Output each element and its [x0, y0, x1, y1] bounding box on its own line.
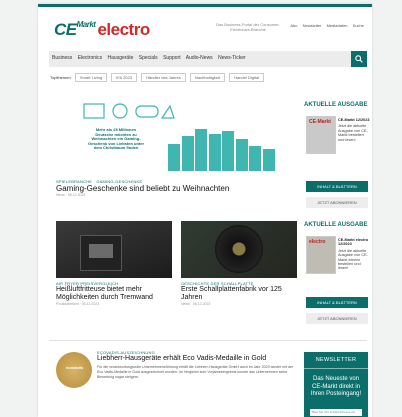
- logo-electro: electro: [97, 20, 150, 39]
- hero-bar: [195, 128, 207, 171]
- article-title[interactable]: Heißluftfritteuse bietet mehr Möglichkei…: [56, 286, 174, 302]
- hero-bar-graphic: [168, 119, 278, 171]
- hero-bar: [168, 143, 180, 171]
- topic-bar: Toplthemen Smart Living IFA 2023 Händler…: [50, 73, 267, 82]
- newsletter-title: NEWSLETTER: [315, 357, 357, 363]
- issue-cover[interactable]: electro: [306, 236, 336, 274]
- topic-tag-ifa-2023[interactable]: IFA 2023: [111, 73, 137, 82]
- search-icon: [355, 55, 363, 63]
- article-teaser: Für die verantwortungsvolle Unternehmens…: [97, 365, 294, 379]
- topic-tag-nachhaltigkeit[interactable]: Nachhaltigkeit: [189, 73, 226, 82]
- issue-subscribe-button[interactable]: JETZT ABONNIEREN: [306, 313, 368, 324]
- issue-browse-button[interactable]: INHALT & BLÄTTERN: [306, 181, 368, 192]
- article-record[interactable]: GESCHICHTE DER SCHALLPLATTE Erste Schall…: [181, 281, 299, 306]
- issue-text: Jetzt die aktuelle Ausgabe von CE-Markt …: [338, 124, 368, 142]
- newsletter-text: Das Neueste von CE-Markt direkt in Ihren…: [310, 376, 362, 397]
- top-links: Abo Newsletter Mediadaten Suche: [286, 23, 364, 28]
- nav-item-news-ticker[interactable]: News-Ticker: [218, 55, 246, 61]
- issue-heading: AKTUELLE AUSGABE: [304, 222, 368, 228]
- hero-graphic-text: Mehr als 25 Millionen Deutsche möchten z…: [88, 127, 145, 151]
- cover-label: CE-Markt: [309, 119, 331, 125]
- article-title[interactable]: Erste Schallplattenfabrik vor 125 Jahren: [181, 286, 299, 302]
- nav-item-audio-news[interactable]: Audio-News: [186, 55, 213, 61]
- issue-title: CE-Markt 12/2023: [338, 118, 370, 122]
- hero-graphic[interactable]: Mehr als 25 Millionen Deutsche möchten z…: [56, 94, 288, 174]
- lead-article-meta: News · 06.12.2023: [56, 193, 86, 197]
- topic-bar-label: Toplthemen: [50, 75, 71, 80]
- nav-item-electronics[interactable]: Electronics: [78, 55, 102, 61]
- hero-bar: [249, 146, 261, 171]
- main-navigation: Business Electronics Hausgeräte Specials…: [49, 51, 367, 67]
- article-liebherr[interactable]: ECOVADIS-AUSZEICHNUNG Liebherr-Hausgerät…: [97, 350, 297, 379]
- newsletter-email-input[interactable]: Bitte Sie Ihre E-Mail-Adresse ein: [310, 409, 362, 416]
- nav-item-specials[interactable]: Specials: [139, 55, 158, 61]
- hero-bar: [222, 131, 234, 171]
- hero-bar: [235, 138, 248, 171]
- issue-text: Jetzt die aktuelle Ausgabe von CE-Markt …: [338, 248, 368, 271]
- newsletter-divider: [304, 368, 368, 369]
- site-tagline: Das Business-Portal der Consumer-Electro…: [215, 22, 281, 32]
- toplink-newsletter[interactable]: Newsletter: [303, 23, 322, 28]
- gaming-illustration: [83, 103, 175, 119]
- article-air-fryer[interactable]: AIR FRYER PREISVERGLEICH Heißluftfritteu…: [56, 281, 174, 306]
- article-meta: Produktbericht · 06.12.2023: [56, 302, 100, 306]
- page: CEMarkt electro Das Business-Portal der C…: [38, 4, 372, 417]
- article-title[interactable]: Liebherr-Hausgeräte erhält Eco Vadis-Med…: [97, 355, 297, 363]
- nav-item-business[interactable]: Business: [52, 55, 72, 61]
- issue-heading: AKTUELLE AUSGABE: [304, 102, 368, 108]
- issue-browse-button[interactable]: INHALT & BLÄTTERN: [306, 297, 368, 308]
- topic-tag-smart-living[interactable]: Smart Living: [74, 73, 108, 82]
- logo-ce: CE: [54, 20, 77, 39]
- cover-label: electro: [309, 239, 326, 245]
- site-header: CEMarkt electro Das Business-Portal der C…: [38, 7, 372, 47]
- topic-tag-haendler-des-jahres[interactable]: Händler des Jahres: [141, 73, 186, 82]
- lead-article[interactable]: SPIELEBRANCHE · GAMING-GESCHENKE Gaming-…: [56, 179, 286, 197]
- vinyl-record-icon: [215, 225, 263, 273]
- issue-box-electro: AKTUELLE AUSGABE electro CE-Markt electr…: [304, 222, 368, 324]
- air-fryer-icon: [80, 235, 122, 271]
- issue-text-block: CE-Markt electro 12/2023 Jetzt die aktue…: [338, 238, 370, 271]
- lead-article-title[interactable]: Gaming-Geschenke sind beliebt zu Weihnac…: [56, 184, 286, 193]
- newsletter-box: NEWSLETTER Das Neueste von CE-Markt dire…: [304, 352, 368, 417]
- search-button[interactable]: [351, 51, 367, 67]
- toplink-abo[interactable]: Abo: [290, 23, 297, 28]
- topic-tag-handel-digital[interactable]: Handel Digital: [229, 73, 265, 82]
- article-meta: News · 06.12.2023: [181, 302, 211, 306]
- hero-bar: [181, 136, 194, 171]
- site-logo[interactable]: CEMarkt electro: [54, 20, 150, 40]
- toplink-suche[interactable]: Suche: [353, 23, 364, 28]
- nav-item-support[interactable]: Support: [163, 55, 181, 61]
- issue-box-ce-markt: AKTUELLE AUSGABE CE-Markt CE-Markt 12/20…: [304, 102, 369, 208]
- hero-bar: [262, 148, 275, 171]
- issue-subscribe-button[interactable]: JETZT ABONNIEREN: [306, 197, 368, 208]
- issue-text-block: CE-Markt 12/2023 Jetzt die aktuelle Ausg…: [338, 118, 370, 142]
- ecovadis-medal-image[interactable]: ecovadis: [56, 352, 92, 388]
- record-image[interactable]: [181, 221, 297, 278]
- medal-label: ecovadis: [66, 365, 84, 370]
- hero-bar: [208, 133, 221, 171]
- issue-title: CE-Markt electro 12/2023: [338, 238, 369, 247]
- toplink-mediadaten[interactable]: Mediadaten: [327, 23, 348, 28]
- section-divider: [49, 340, 367, 341]
- logo-markt: Markt: [76, 20, 96, 29]
- nav-item-hausgeraete[interactable]: Hausgeräte: [108, 55, 134, 61]
- issue-cover[interactable]: CE-Markt: [306, 116, 336, 154]
- air-fryer-image[interactable]: [56, 221, 172, 278]
